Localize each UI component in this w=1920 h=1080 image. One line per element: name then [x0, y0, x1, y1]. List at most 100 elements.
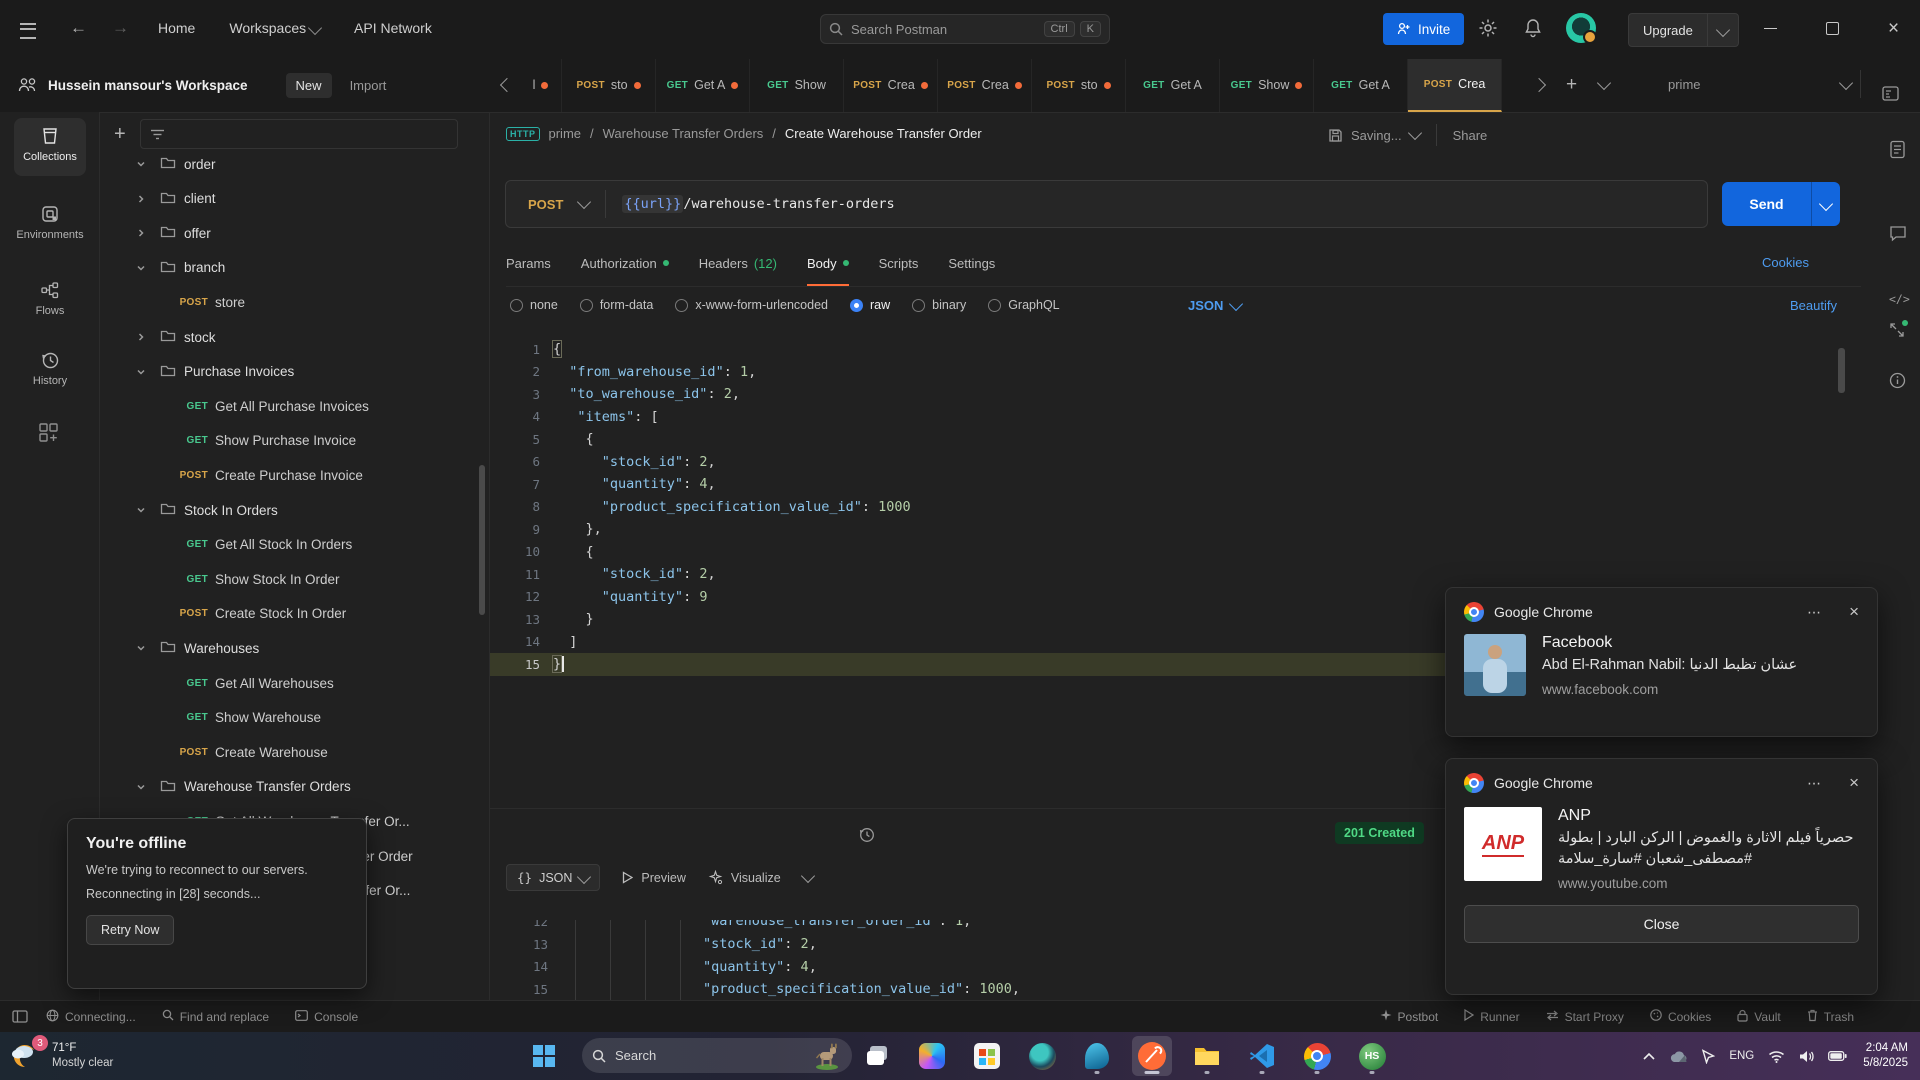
tray-cursor-icon[interactable]: [1701, 1049, 1715, 1064]
language-select[interactable]: JSON: [1188, 298, 1241, 313]
url-input[interactable]: {{url}}/warehouse-transfer-orders: [622, 196, 894, 212]
rail-flows[interactable]: Flows: [0, 280, 100, 317]
import-button[interactable]: Import: [350, 78, 387, 93]
tray-onedrive-icon[interactable]: [1669, 1049, 1687, 1063]
statusbar-runner[interactable]: Runner: [1464, 1009, 1519, 1024]
rail-collections[interactable]: Collections: [0, 126, 100, 163]
taskbar-app-chrome[interactable]: [1297, 1036, 1337, 1076]
config-tab-body[interactable]: Body: [807, 242, 849, 286]
editor-line[interactable]: 7 "quantity": 4,: [490, 473, 1850, 496]
main-menu-button[interactable]: [20, 23, 36, 39]
rail-environments[interactable]: Environments: [0, 204, 100, 241]
notification-more-icon[interactable]: ⋯: [1807, 604, 1823, 621]
workspace-tab[interactable]: GETGet A: [1314, 59, 1408, 112]
taskbar-app-microsoft-store[interactable]: [967, 1036, 1007, 1076]
open-external-icon[interactable]: [1889, 322, 1905, 341]
statusbar-postbot[interactable]: Postbot: [1380, 1009, 1439, 1024]
response-format-select[interactable]: {}JSON: [506, 864, 600, 891]
workspace-tab[interactable]: GETShow: [1220, 59, 1314, 112]
tray-volume-icon[interactable]: [1799, 1050, 1814, 1063]
workspace-tab[interactable]: GETGet A: [1126, 59, 1220, 112]
response-history-icon[interactable]: [858, 826, 875, 843]
response-visualize-button[interactable]: Visualize: [708, 870, 781, 885]
sidebar-toggle-icon[interactable]: [12, 1010, 28, 1023]
chrome-notification-anp[interactable]: Google Chrome ⋯ × ANP ANP حصرياً فيلم ال…: [1445, 758, 1878, 995]
rail-history[interactable]: History: [0, 350, 100, 387]
taskbar-app-hs-app[interactable]: HS: [1352, 1036, 1392, 1076]
tree-folder[interactable]: client: [100, 182, 490, 216]
workspace-header[interactable]: Hussein mansour's Workspace New Import: [0, 58, 490, 112]
taskbar-app-postman[interactable]: [1132, 1036, 1172, 1076]
window-maximize-button[interactable]: [1826, 22, 1839, 35]
taskbar-app-blue-app[interactable]: [1077, 1036, 1117, 1076]
editor-line[interactable]: 8 "product_specification_value_id": 1000: [490, 496, 1850, 519]
chevron-down-icon[interactable]: [130, 263, 152, 273]
save-options-chevron-icon[interactable]: [1408, 126, 1422, 140]
body-mode-binary[interactable]: binary: [912, 298, 988, 312]
tabs-scroll-right-icon[interactable]: [1532, 77, 1546, 91]
statusbar-find-and-replace[interactable]: Find and replace: [162, 1009, 269, 1024]
method-chevron-icon[interactable]: [577, 195, 591, 209]
tray-language[interactable]: ENG: [1729, 1050, 1754, 1062]
editor-line[interactable]: 10 {: [490, 541, 1850, 564]
workspace-tab[interactable]: POSTCrea: [1408, 59, 1502, 112]
settings-gear-icon[interactable]: [1478, 18, 1498, 38]
chevron-down-icon[interactable]: [130, 782, 152, 792]
chevron-right-icon[interactable]: [130, 194, 152, 204]
user-avatar[interactable]: [1566, 13, 1596, 43]
body-mode-none[interactable]: none: [510, 298, 580, 312]
chevron-right-icon[interactable]: [130, 332, 152, 342]
tree-folder[interactable]: Warehouses: [100, 631, 490, 665]
statusbar-start-proxy[interactable]: Start Proxy: [1546, 1010, 1624, 1024]
notification-close-icon[interactable]: ×: [1849, 602, 1859, 622]
taskbar-app-file-explorer[interactable]: [1187, 1036, 1227, 1076]
info-icon[interactable]: [1889, 372, 1906, 389]
statusbar-connecting-[interactable]: Connecting...: [46, 1009, 136, 1025]
chevron-right-icon[interactable]: [130, 228, 152, 238]
cookies-link[interactable]: Cookies: [1762, 255, 1809, 270]
editor-line[interactable]: 11 "stock_id": 2,: [490, 563, 1850, 586]
statusbar-console[interactable]: Console: [295, 1010, 358, 1024]
global-search[interactable]: Search Postman Ctrl K: [820, 14, 1110, 44]
tree-folder[interactable]: Purchase Invoices: [100, 355, 490, 389]
nav-home[interactable]: Home: [158, 20, 195, 36]
beautify-link[interactable]: Beautify: [1790, 298, 1837, 313]
invite-button[interactable]: Invite: [1383, 13, 1464, 45]
start-button[interactable]: [533, 1045, 555, 1067]
notification-more-icon[interactable]: ⋯: [1807, 775, 1823, 792]
sidebar-scrollbar[interactable]: [479, 465, 485, 615]
workspace-tab[interactable]: POSTCrea: [938, 59, 1032, 112]
body-mode-raw[interactable]: raw: [850, 298, 912, 312]
body-mode-GraphQL[interactable]: GraphQL: [988, 298, 1081, 312]
nav-api-network[interactable]: API Network: [354, 20, 432, 36]
retry-now-button[interactable]: Retry Now: [86, 915, 174, 945]
nav-workspaces[interactable]: Workspaces: [229, 20, 320, 36]
tree-request[interactable]: GETGet All Purchase Invoices: [100, 389, 490, 423]
editor-scrollbar[interactable]: [1838, 348, 1845, 393]
tree-request[interactable]: GETShow Warehouse: [100, 701, 490, 735]
tray-hidden-icons-chevron[interactable]: [1643, 1052, 1655, 1060]
taskbar-search[interactable]: Search: [582, 1038, 852, 1073]
upgrade-chevron-icon[interactable]: [1708, 23, 1738, 38]
tree-request[interactable]: POSTstore: [100, 285, 490, 319]
code-snippet-icon[interactable]: </>: [1889, 292, 1910, 306]
environment-quick-look-icon[interactable]: [1882, 86, 1899, 101]
window-minimize-button[interactable]: [1764, 28, 1777, 29]
tree-folder[interactable]: Warehouse Transfer Orders: [100, 770, 490, 804]
editor-line[interactable]: 1{: [490, 338, 1850, 361]
comments-icon[interactable]: [1889, 225, 1907, 242]
chevron-down-icon[interactable]: [130, 643, 152, 653]
chevron-down-icon[interactable]: [130, 367, 152, 377]
body-mode-x-www-form-urlencoded[interactable]: x-www-form-urlencoded: [675, 298, 850, 312]
taskbar-app-opera-browser[interactable]: [1022, 1036, 1062, 1076]
notifications-bell-icon[interactable]: [1524, 18, 1542, 38]
send-options-chevron-icon[interactable]: [1812, 196, 1840, 212]
breadcrumb-folder[interactable]: Warehouse Transfer Orders: [603, 126, 764, 141]
workspace-tab[interactable]: GETShow: [750, 59, 844, 112]
tree-request[interactable]: POSTCreate Purchase Invoice: [100, 458, 490, 492]
tree-request[interactable]: GETGet All Warehouses: [100, 666, 490, 700]
new-button[interactable]: New: [286, 73, 332, 98]
config-tab-settings[interactable]: Settings: [948, 242, 995, 286]
editor-line[interactable]: 4 "items": [: [490, 406, 1850, 429]
tree-folder[interactable]: stock: [100, 320, 490, 354]
